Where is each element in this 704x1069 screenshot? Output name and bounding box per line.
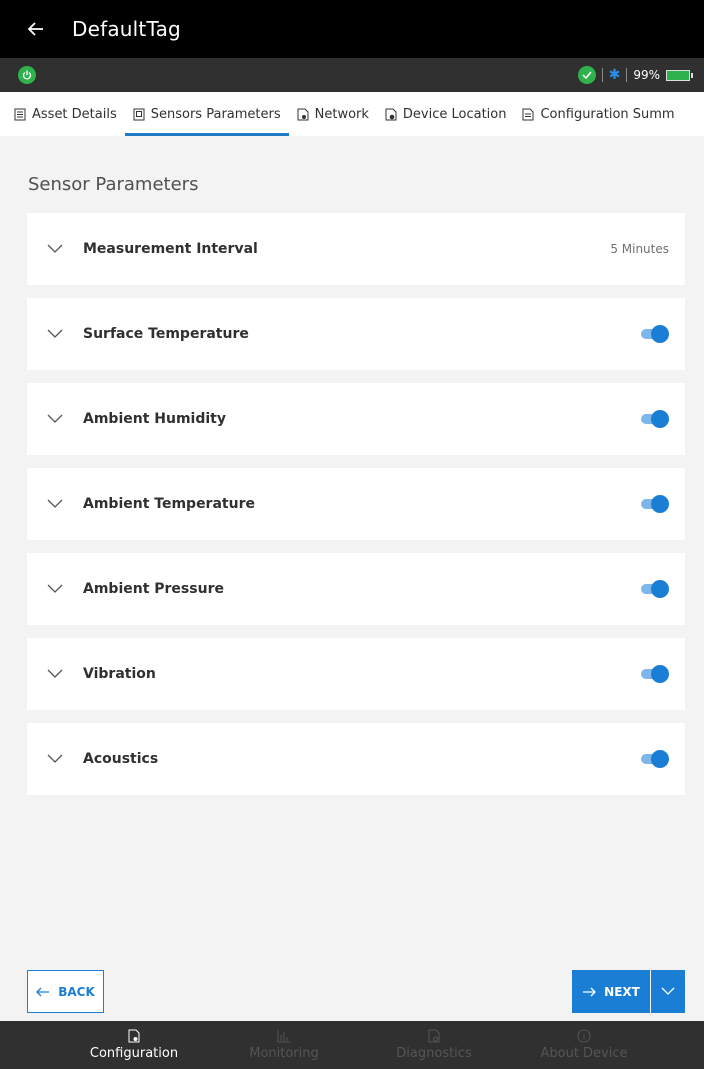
chevron-down-icon bbox=[47, 244, 63, 253]
section-title: Sensor Parameters bbox=[28, 174, 199, 195]
tab-bar: Asset Details Sensors Parameters Network… bbox=[0, 92, 704, 136]
tab-sensors-parameters[interactable]: Sensors Parameters bbox=[124, 92, 289, 136]
next-button-label: NEXT bbox=[604, 984, 640, 999]
title-bar: DefaultTag bbox=[0, 0, 704, 58]
back-button-label: BACK bbox=[58, 984, 95, 999]
monitoring-icon bbox=[277, 1030, 290, 1043]
chevron-down-icon bbox=[47, 754, 63, 763]
tab-label: Network bbox=[314, 106, 369, 122]
param-acoustics[interactable]: Acoustics bbox=[27, 723, 685, 795]
tab-network[interactable]: Network bbox=[289, 92, 377, 136]
param-label: Ambient Temperature bbox=[83, 496, 255, 512]
chevron-down-icon bbox=[661, 987, 675, 995]
divider bbox=[601, 68, 603, 82]
tab-device-location[interactable]: Device Location bbox=[377, 92, 515, 136]
arrow-right-icon bbox=[583, 987, 597, 996]
bluetooth-icon: ✱ bbox=[608, 67, 621, 83]
toggle-switch[interactable] bbox=[641, 580, 669, 598]
nav-configuration[interactable]: Configuration bbox=[59, 1021, 209, 1069]
param-label: Surface Temperature bbox=[83, 326, 249, 342]
divider bbox=[626, 68, 628, 82]
param-label: Vibration bbox=[83, 666, 156, 682]
nav-label: Monitoring bbox=[249, 1046, 319, 1061]
next-button[interactable]: NEXT bbox=[572, 970, 650, 1013]
nav-label: Configuration bbox=[89, 1046, 179, 1061]
param-label: Ambient Humidity bbox=[83, 411, 226, 427]
param-ambient-temperature[interactable]: Ambient Temperature bbox=[27, 468, 685, 540]
tab-configuration-summary[interactable]: Configuration Summ bbox=[514, 92, 682, 136]
param-label: Acoustics bbox=[83, 751, 159, 767]
connected-check-icon bbox=[577, 66, 596, 84]
info-icon bbox=[577, 1029, 591, 1043]
tab-label: Configuration Summ bbox=[540, 106, 675, 122]
toggle-switch[interactable] bbox=[641, 410, 669, 428]
toggle-switch[interactable] bbox=[641, 495, 669, 513]
nav-label: Diagnostics bbox=[396, 1046, 472, 1061]
param-ambient-pressure[interactable]: Ambient Pressure bbox=[27, 553, 685, 625]
chevron-down-icon bbox=[47, 584, 63, 593]
param-surface-temperature[interactable]: Surface Temperature bbox=[27, 298, 685, 370]
summary-doc-icon bbox=[522, 108, 534, 120]
nav-diagnostics[interactable]: Diagnostics bbox=[359, 1021, 509, 1069]
network-doc-icon bbox=[297, 108, 309, 120]
param-label: Measurement Interval bbox=[83, 241, 258, 257]
tab-asset-details[interactable]: Asset Details bbox=[0, 92, 125, 136]
bottom-nav: Configuration Monitoring Diagnostics Abo… bbox=[0, 1021, 704, 1069]
sensor-doc-icon bbox=[133, 108, 145, 120]
param-measurement-interval[interactable]: Measurement Interval 5 Minutes bbox=[27, 213, 685, 285]
arrow-left-icon bbox=[36, 987, 50, 996]
toggle-switch[interactable] bbox=[641, 750, 669, 768]
tab-label: Asset Details bbox=[32, 106, 117, 122]
nav-about-device[interactable]: About Device bbox=[509, 1021, 659, 1069]
back-arrow-icon[interactable] bbox=[0, 0, 72, 58]
param-label: Ambient Pressure bbox=[83, 581, 224, 597]
toggle-switch[interactable] bbox=[641, 325, 669, 343]
param-ambient-humidity[interactable]: Ambient Humidity bbox=[27, 383, 685, 455]
status-bar: ✱ 99% bbox=[0, 58, 704, 92]
document-icon bbox=[14, 108, 26, 120]
battery-percent: 99% bbox=[633, 68, 660, 82]
power-icon bbox=[18, 66, 36, 84]
chevron-down-icon bbox=[47, 499, 63, 508]
param-value: 5 Minutes bbox=[610, 242, 669, 256]
nav-label: About Device bbox=[540, 1046, 628, 1061]
diagnostics-icon bbox=[428, 1029, 440, 1043]
configuration-icon bbox=[128, 1029, 140, 1043]
tab-label: Device Location bbox=[402, 106, 507, 122]
chevron-down-icon bbox=[47, 669, 63, 678]
toggle-switch[interactable] bbox=[641, 665, 669, 683]
nav-monitoring[interactable]: Monitoring bbox=[209, 1021, 359, 1069]
tab-label: Sensors Parameters bbox=[150, 106, 281, 122]
battery-icon bbox=[666, 69, 693, 81]
chevron-down-icon bbox=[47, 329, 63, 338]
next-dropdown-button[interactable] bbox=[651, 970, 685, 1013]
param-vibration[interactable]: Vibration bbox=[27, 638, 685, 710]
back-button[interactable]: BACK bbox=[27, 970, 104, 1013]
page-title: DefaultTag bbox=[72, 17, 181, 41]
chevron-down-icon bbox=[47, 414, 63, 423]
location-doc-icon bbox=[385, 108, 397, 120]
